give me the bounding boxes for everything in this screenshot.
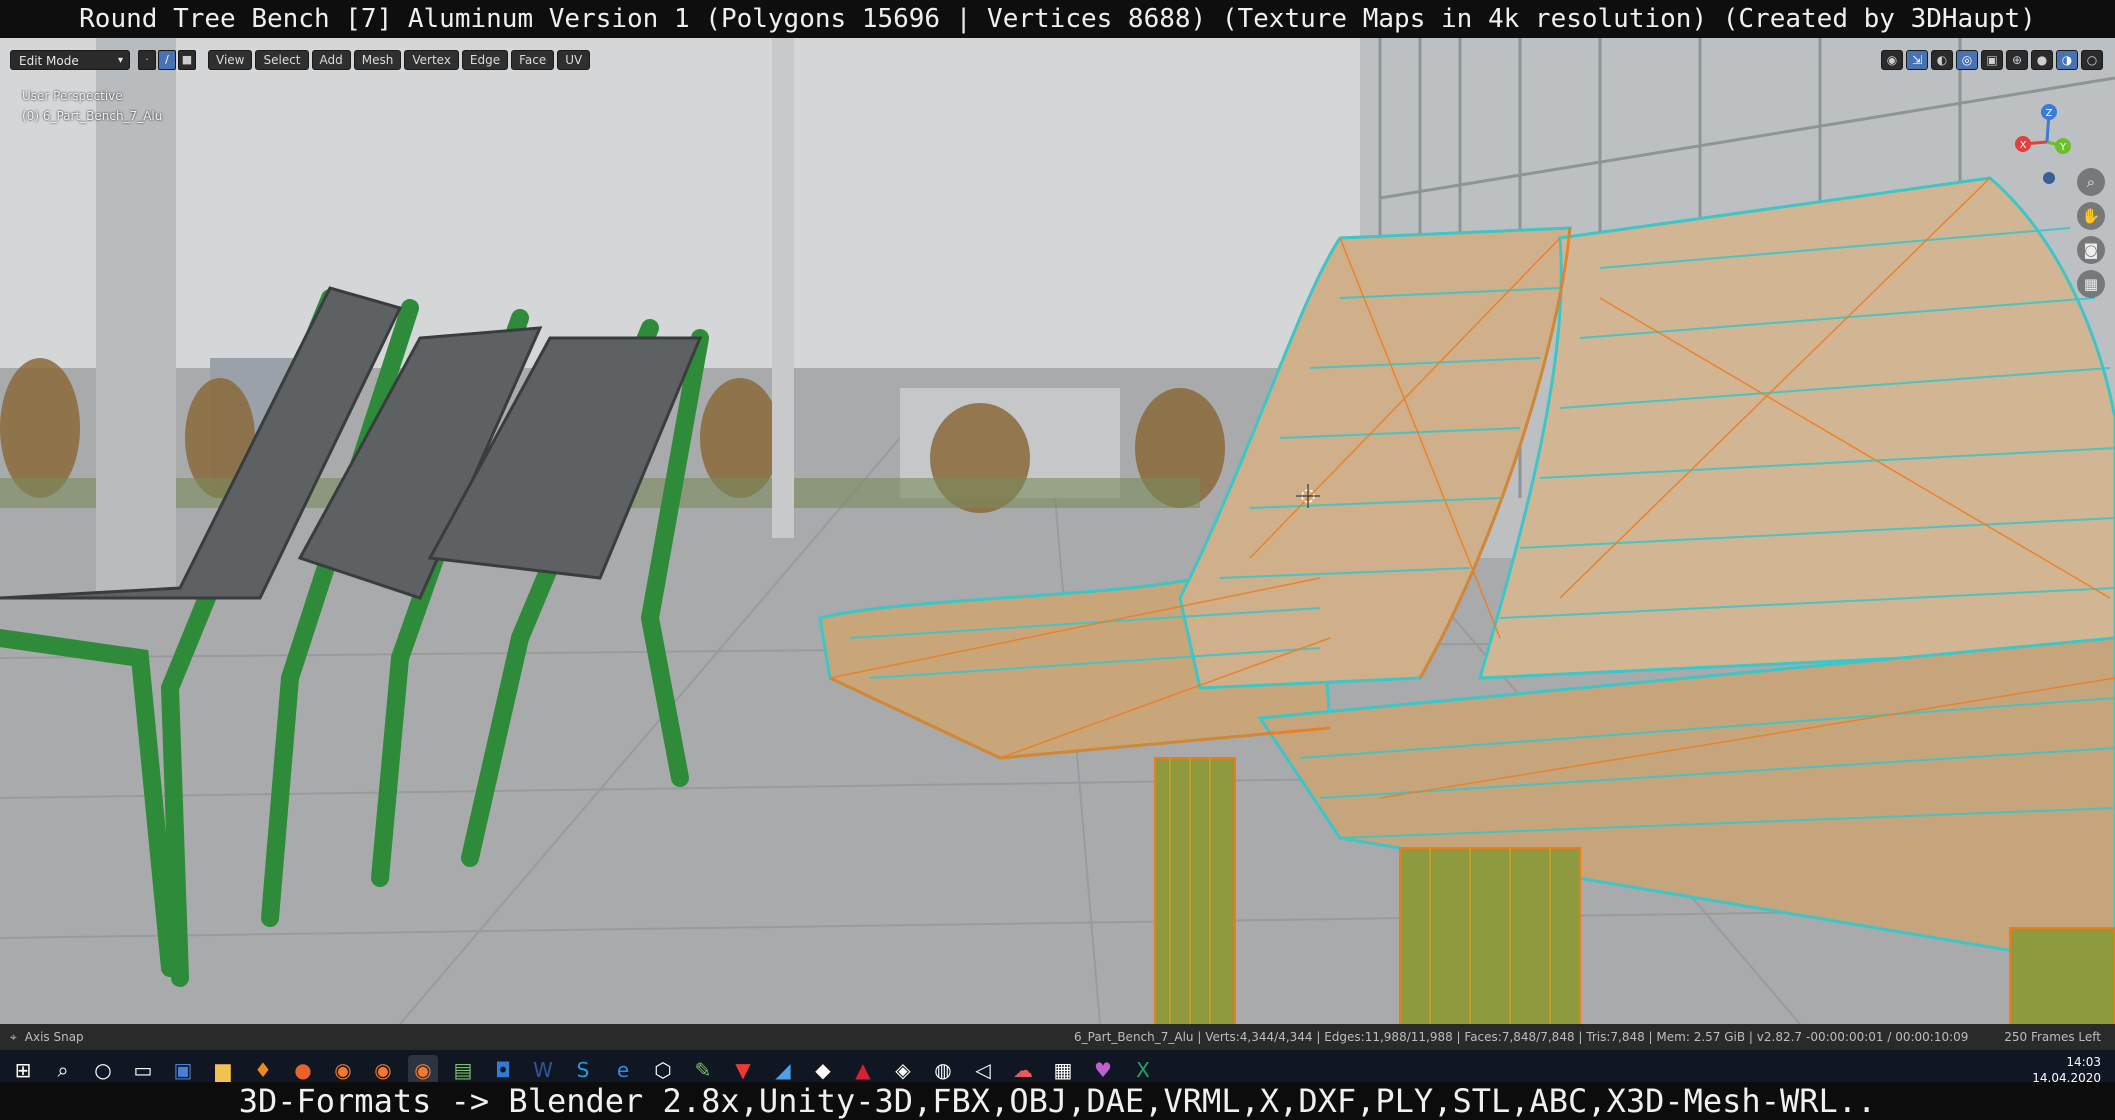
visibility-icon[interactable]: ◉ [1881, 50, 1903, 70]
status-hint: ⌖ Axis Snap [10, 1024, 84, 1050]
menu-select[interactable]: Select [255, 50, 309, 70]
gizmo-y-label: Y [2059, 142, 2067, 153]
view-perspective-label: User Perspective [22, 89, 123, 103]
camera-icon[interactable]: ◙ [2077, 236, 2105, 264]
calculator-icon[interactable]: ▦ [1048, 1055, 1078, 1085]
word-icon[interactable]: W [528, 1055, 558, 1085]
save-disk-icon[interactable]: ▣ [168, 1055, 198, 1085]
viewport-right-tools: ◉ ⇲ ◐ ◎ ▣ ⊕ ● ◑ ○ [1881, 50, 2103, 70]
obs-icon[interactable]: ◍ [928, 1055, 958, 1085]
image-viewer-icon[interactable]: ▤ [448, 1055, 478, 1085]
menu-uv[interactable]: UV [557, 50, 591, 70]
blender-icon-2[interactable]: ◉ [368, 1055, 398, 1085]
unity-hub-icon[interactable]: ◁ [968, 1055, 998, 1085]
paint-icon[interactable]: ✎ [688, 1055, 718, 1085]
grid-ortho-icon[interactable]: ▦ [2077, 270, 2105, 298]
playback-time: -00:00:00:01 / 00:00:10:09 [1806, 1030, 1969, 1044]
clock-time: 14:03 [2066, 1055, 2101, 1069]
face-select-icon[interactable]: ■ [178, 50, 196, 70]
vivaldi-icon[interactable]: ▼ [728, 1055, 758, 1085]
maps-icon[interactable]: ♥ [1088, 1055, 1118, 1085]
mode-label: Edit Mode [19, 54, 79, 68]
zoom-icon[interactable]: ⌕ [2077, 168, 2105, 196]
vertex-select-icon[interactable]: · [138, 50, 156, 70]
menu-vertex[interactable]: Vertex [404, 50, 459, 70]
photos-icon[interactable]: ◢ [768, 1055, 798, 1085]
windows-start-icon[interactable]: ⊞ [8, 1055, 38, 1085]
3d-viewport[interactable]: Edit Mode ▾ · / ■ View Select Add Mesh V… [0, 38, 2115, 1024]
menu-face[interactable]: Face [511, 50, 555, 70]
overlay-toggle-icon[interactable]: ◐ [1931, 50, 1953, 70]
blender-active-icon[interactable]: ◉ [408, 1055, 438, 1085]
status-bar: ⌖ Axis Snap 6_Part_Bench_7_Alu | Verts:4… [0, 1024, 2115, 1050]
unity-icon[interactable]: ◈ [888, 1055, 918, 1085]
navigation-tools: ⌕ ✋ ◙ ▦ [2077, 168, 2105, 298]
excel-icon[interactable]: X [1128, 1055, 1158, 1085]
firefox-icon[interactable]: ● [288, 1055, 318, 1085]
active-object-label: (0) 6_Part_Bench_7_Alu [22, 109, 163, 123]
wireframe-shading-icon[interactable]: ⊕ [2006, 50, 2028, 70]
outlook-icon[interactable]: ◘ [488, 1055, 518, 1085]
cloud-app-icon[interactable]: ☁ [1008, 1055, 1038, 1085]
app-icon[interactable]: ◆ [808, 1055, 838, 1085]
select-mode-group: · / ■ [138, 50, 196, 70]
3d-viewer-icon[interactable]: ⬡ [648, 1055, 678, 1085]
xray-icon[interactable]: ▣ [1981, 50, 2003, 70]
material-shading-icon[interactable]: ◑ [2056, 50, 2078, 70]
3d-cursor-icon[interactable] [1296, 484, 1320, 508]
viewport-scene [0, 38, 2115, 1024]
gizmo-toggle-icon[interactable]: ⇲ [1906, 50, 1928, 70]
window-title: Round Tree Bench [7] Aluminum Version 1 … [0, 0, 2115, 38]
menu-add[interactable]: Add [311, 50, 351, 70]
search-icon[interactable]: ⌕ [48, 1055, 78, 1085]
scene-statistics: 6_Part_Bench_7_Alu | Verts:4,344/4,344 |… [1074, 1030, 1803, 1044]
file-explorer-icon[interactable]: ▆ [208, 1055, 238, 1085]
viewport-info: User Perspective (0) 6_Part_Bench_7_Alu [22, 86, 162, 126]
gizmo-x-label: X [2020, 140, 2027, 151]
menu-view[interactable]: View [208, 50, 253, 70]
rendered-shading-icon[interactable]: ○ [2081, 50, 2103, 70]
cortana-icon[interactable]: ○ [88, 1055, 118, 1085]
skype-icon[interactable]: S [568, 1055, 598, 1085]
menu-edge[interactable]: Edge [461, 50, 509, 70]
chevron-down-icon: ▾ [117, 55, 123, 66]
menu-mesh[interactable]: Mesh [353, 50, 402, 70]
edge-icon[interactable]: e [608, 1055, 638, 1085]
acrobat-icon[interactable]: ▲ [848, 1055, 878, 1085]
header-menus: View Select Add Mesh Vertex Edge Face UV [208, 50, 591, 70]
frames-left: 250 Frames Left [2004, 1030, 2101, 1044]
fire-app-icon[interactable]: ♦ [248, 1055, 278, 1085]
task-view-icon[interactable]: ▭ [128, 1055, 158, 1085]
blender-icon[interactable]: ◉ [328, 1055, 358, 1085]
overlays-icon[interactable]: ◎ [1956, 50, 1978, 70]
mouse-icon: ⌖ [10, 1030, 17, 1044]
status-hint-text: Axis Snap [24, 1030, 84, 1044]
solid-shading-icon[interactable]: ● [2031, 50, 2053, 70]
formats-caption: 3D-Formats -> Blender 2.8x,Unity-3D,FBX,… [0, 1082, 2115, 1120]
gizmo-z-label: Z [2046, 108, 2053, 119]
pan-hand-icon[interactable]: ✋ [2077, 202, 2105, 230]
viewport-header: Edit Mode ▾ · / ■ View Select Add Mesh V… [0, 48, 2115, 72]
mode-dropdown[interactable]: Edit Mode ▾ [10, 50, 130, 70]
edge-select-icon[interactable]: / [158, 50, 176, 70]
